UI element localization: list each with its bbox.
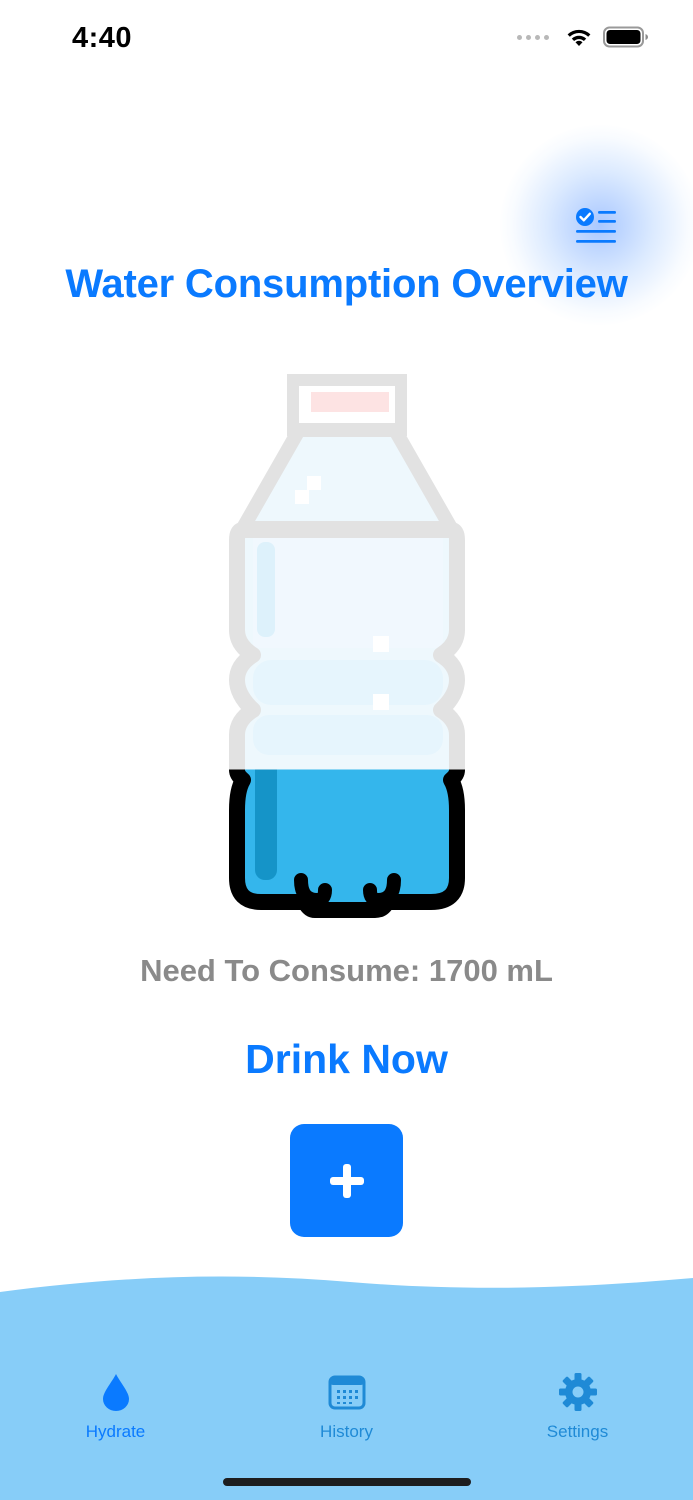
- tab-bar: Hydrate History Settings: [0, 1370, 693, 1450]
- drink-now-button[interactable]: Drink Now: [0, 1036, 693, 1083]
- need-to-consume-text: Need To Consume: 1700 mL: [140, 953, 553, 988]
- calendar-icon: [325, 1370, 369, 1414]
- status-icons: [517, 26, 649, 48]
- tab-label-hydrate: Hydrate: [85, 1422, 146, 1441]
- add-water-button[interactable]: [290, 1124, 403, 1237]
- gear-icon: [556, 1370, 600, 1414]
- home-indicator: [223, 1478, 471, 1486]
- report-button[interactable]: [560, 190, 632, 262]
- status-bar: 4:40: [0, 0, 693, 80]
- tab-label-history: History: [320, 1422, 373, 1441]
- battery-icon: [603, 26, 648, 48]
- water-bottle-icon: [225, 370, 470, 920]
- checklist-icon: [576, 208, 616, 243]
- page-title: Water Consumption Overview: [65, 262, 628, 306]
- wifi-icon: [567, 29, 591, 46]
- tab-label-settings: Settings: [546, 1422, 609, 1441]
- cellular-signal-icon: [517, 34, 549, 40]
- tab-settings[interactable]: Settings: [462, 1370, 693, 1450]
- tab-hydrate[interactable]: Hydrate: [0, 1370, 231, 1450]
- tab-history[interactable]: History: [231, 1370, 462, 1450]
- water-drop-icon: [94, 1370, 138, 1414]
- plus-icon: [329, 1163, 364, 1198]
- status-time: 4:40: [72, 22, 133, 54]
